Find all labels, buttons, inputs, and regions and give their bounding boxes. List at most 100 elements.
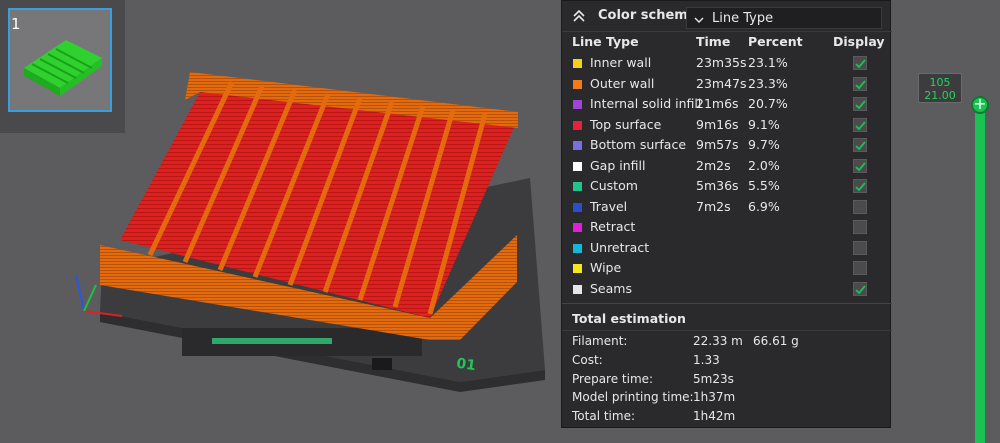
display-checkbox[interactable] bbox=[853, 261, 867, 275]
line-type-name: Top surface bbox=[590, 116, 662, 132]
z-axis bbox=[75, 274, 85, 312]
model-thumbnail-icon bbox=[24, 40, 102, 96]
line-type-percent: 5.5% bbox=[748, 178, 780, 193]
line-type-row: Outer wall 23m47s 23.3% bbox=[562, 74, 892, 94]
line-type-percent: 23.3% bbox=[748, 75, 788, 91]
line-type-name: Gap infill bbox=[590, 157, 646, 173]
display-checkbox[interactable] bbox=[853, 56, 867, 70]
line-type-name: Travel bbox=[590, 198, 628, 214]
line-type-row: Gap infill 2m2s 2.0% bbox=[562, 156, 892, 176]
collapse-button[interactable] bbox=[572, 9, 586, 23]
plus-icon: + bbox=[973, 94, 987, 113]
line-type-name: Unretract bbox=[590, 239, 650, 255]
estimation-value: 1h37m bbox=[693, 390, 736, 405]
plate-thumbnail[interactable] bbox=[8, 8, 112, 112]
plate-thumbnail-panel: 1 bbox=[0, 0, 125, 133]
checkmark-icon bbox=[855, 59, 866, 69]
checkmark-icon bbox=[855, 182, 866, 192]
color-swatch bbox=[573, 223, 582, 232]
estimation-value: 1h42m bbox=[693, 409, 736, 424]
line-type-percent: 9.7% bbox=[748, 137, 780, 152]
line-type-name: Retract bbox=[590, 219, 636, 234]
column-header-line-type: Line Type bbox=[572, 34, 639, 49]
color-swatch bbox=[573, 264, 582, 273]
estimation-value: 5m23s bbox=[693, 371, 734, 386]
color-swatch bbox=[573, 161, 582, 171]
column-header-display: Display bbox=[833, 34, 885, 49]
color-scheme-select[interactable]: Line Type bbox=[686, 7, 882, 29]
layer-height: 21.00 bbox=[924, 89, 956, 102]
layer-number: 105 bbox=[929, 76, 951, 89]
color-swatch bbox=[573, 284, 582, 294]
layer-slider-track[interactable] bbox=[975, 104, 985, 443]
color-scheme-label: Color scheme bbox=[598, 8, 697, 23]
line-type-row: Seams bbox=[562, 279, 892, 299]
line-type-time: 23m35s bbox=[696, 55, 747, 70]
color-swatch bbox=[573, 100, 582, 109]
line-type-name: Outer wall bbox=[590, 75, 655, 91]
estimation-label: Model printing time: bbox=[572, 390, 694, 405]
line-type-time: 5m36s bbox=[696, 178, 739, 193]
checkmark-icon bbox=[855, 120, 866, 130]
color-swatch bbox=[573, 59, 582, 68]
line-type-name: Internal solid infill bbox=[590, 96, 702, 111]
layer-readout: 105 21.00 bbox=[918, 73, 962, 103]
display-checkbox[interactable] bbox=[853, 158, 867, 173]
chevron-double-up-icon bbox=[573, 9, 585, 22]
line-type-time: 9m57s bbox=[696, 137, 739, 152]
color-swatch bbox=[573, 79, 582, 89]
checkmark-icon bbox=[855, 284, 866, 294]
column-header-percent: Percent bbox=[748, 34, 803, 49]
column-header-time: Time bbox=[696, 34, 731, 49]
color-scheme-value: Line Type bbox=[712, 11, 774, 26]
line-type-row: Unretract bbox=[562, 238, 892, 258]
line-type-row: Retract bbox=[562, 217, 892, 237]
line-type-name: Bottom surface bbox=[590, 137, 687, 152]
line-type-name: Custom bbox=[590, 178, 638, 193]
line-type-row: Top surface 9m16s 9.1% bbox=[562, 115, 892, 135]
checkmark-icon bbox=[855, 79, 866, 89]
checkmark-icon bbox=[855, 100, 866, 110]
line-type-time: 7m2s bbox=[696, 198, 731, 214]
color-swatch bbox=[573, 243, 582, 253]
estimation-value: 1.33 bbox=[693, 352, 720, 367]
line-type-time: 23m47s bbox=[696, 75, 747, 91]
estimation-value: 22.33 m bbox=[693, 334, 743, 348]
display-checkbox[interactable] bbox=[853, 179, 867, 193]
display-checkbox[interactable] bbox=[853, 138, 867, 152]
checkmark-icon bbox=[855, 141, 866, 151]
display-checkbox[interactable] bbox=[853, 76, 867, 91]
display-checkbox[interactable] bbox=[853, 117, 867, 132]
line-type-time: 2m2s bbox=[696, 157, 731, 173]
estimation-label: Filament: bbox=[572, 334, 628, 348]
color-swatch bbox=[573, 120, 582, 130]
estimation-label: Total time: bbox=[572, 409, 635, 424]
display-checkbox[interactable] bbox=[853, 220, 867, 234]
estimation-value-secondary: 66.61 g bbox=[753, 334, 799, 348]
y-axis bbox=[83, 284, 97, 312]
line-type-percent: 23.1% bbox=[748, 55, 788, 70]
color-swatch bbox=[573, 182, 582, 191]
line-type-time: 9m16s bbox=[696, 116, 739, 132]
total-estimation-title: Total estimation bbox=[572, 311, 686, 326]
display-checkbox[interactable] bbox=[853, 240, 867, 255]
display-checkbox[interactable] bbox=[853, 281, 867, 296]
line-type-name: Wipe bbox=[590, 260, 622, 275]
line-type-percent: 9.1% bbox=[748, 116, 780, 132]
display-checkbox[interactable] bbox=[853, 97, 867, 111]
display-checkbox[interactable] bbox=[853, 199, 867, 214]
line-type-percent: 6.9% bbox=[748, 198, 780, 214]
plate-number: 01 bbox=[455, 356, 477, 375]
line-type-time: 21m6s bbox=[696, 96, 739, 111]
legend-panel: Color scheme Line Type Line Type Time Pe… bbox=[561, 0, 892, 428]
plate-thumbnail-number: 1 bbox=[11, 15, 21, 33]
layer-slider-handle[interactable]: + bbox=[971, 96, 989, 114]
line-type-row: Internal solid infill 21m6s 20.7% bbox=[562, 94, 892, 114]
line-type-row: Travel 7m2s 6.9% bbox=[562, 197, 892, 217]
estimation-label: Cost: bbox=[572, 352, 603, 367]
line-type-row: Bottom surface 9m57s 9.7% bbox=[562, 135, 892, 155]
line-type-row: Wipe bbox=[562, 258, 892, 278]
line-type-row: Inner wall 23m35s 23.1% bbox=[562, 53, 892, 73]
line-type-row: Custom 5m36s 5.5% bbox=[562, 176, 892, 196]
plate-icon bbox=[372, 358, 392, 370]
